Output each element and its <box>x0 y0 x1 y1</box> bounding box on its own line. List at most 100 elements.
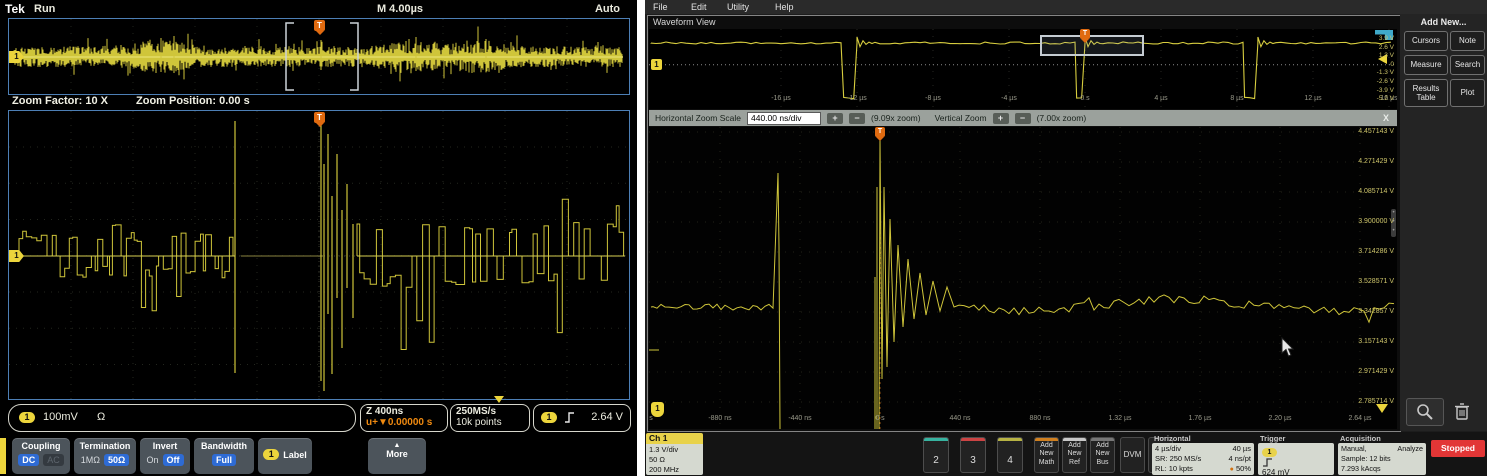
menu-termination[interactable]: Termination 1MΩ 50Ω <box>74 438 136 474</box>
termination-1m-option[interactable]: 1MΩ <box>81 454 100 466</box>
trigger-position-marker[interactable]: T <box>314 20 325 31</box>
zoom-readout-bar: Zoom Factor: 10 X Zoom Position: 0.00 s <box>8 95 630 109</box>
channel-2-color-stripe <box>924 438 948 441</box>
channel-4-button[interactable]: 4 <box>997 437 1023 473</box>
horizontal-scale: 4 µs/div <box>1155 444 1181 453</box>
menu-edit[interactable]: Edit <box>691 2 707 12</box>
coupling-ac-option[interactable]: AC <box>43 454 64 466</box>
channel-4-label: 4 <box>998 455 1022 466</box>
trigger-source-badge: 1 <box>1262 448 1277 457</box>
cursors-button[interactable]: Cursors <box>1404 31 1448 51</box>
impedance-readout: Ω <box>97 411 105 423</box>
channel-1-offscreen-marker[interactable]: 1 <box>651 402 664 417</box>
channel-2-button[interactable]: 2 <box>923 437 949 473</box>
menu-bandwidth-title: Bandwidth <box>194 438 254 451</box>
menu-file[interactable]: File <box>653 2 668 12</box>
waveform-view-panel: Waveform View T 1 -16 µs-12 µs-8 µs-4 µs… <box>647 15 1401 432</box>
zoom-selection-box[interactable] <box>1040 35 1144 56</box>
coupling-dc-option[interactable]: DC <box>18 454 39 466</box>
channel-1-badge-panel[interactable]: Ch 1 1.3 V/div 50 Ω 200 MHz <box>646 433 703 475</box>
horizontal-zoom-factor: (9.09x zoom) <box>871 113 921 123</box>
invert-off-option[interactable]: Off <box>163 454 184 466</box>
channel-1-termination: 50 Ω <box>649 455 703 465</box>
trigger-badge-title: Trigger <box>1260 434 1285 443</box>
zoom-waveform-area[interactable]: T 1 ••• 4.457143 V4.271429 V4.085714 V3.… <box>649 127 1397 429</box>
horizontal-zoom-scale-input[interactable]: 440.00 ns/div <box>747 112 821 125</box>
trigger-position-marker[interactable]: T <box>314 112 325 123</box>
rising-edge-icon <box>564 411 576 424</box>
trigger-position-marker[interactable]: T <box>1080 29 1090 39</box>
channel-4-color-stripe <box>998 438 1022 441</box>
channel-3-button[interactable]: 3 <box>960 437 986 473</box>
add-new-math-button[interactable]: Add New Math <box>1034 437 1059 473</box>
measure-button[interactable]: Measure <box>1404 55 1448 75</box>
zoom-scale-readout-box: Z 400ns u+▼0.00000 s <box>360 404 448 432</box>
horizontal-zoom-plus-button[interactable]: + <box>827 113 843 124</box>
left-zoom-waveform-area[interactable]: T 1 <box>8 110 630 400</box>
menu-termination-title: Termination <box>74 438 136 451</box>
vertical-scale-readout: 100mV <box>43 411 78 423</box>
horizontal-badge[interactable]: 4 µs/div 40 µs SR: 250 MS/s 4 ns/pt RL: … <box>1152 443 1254 475</box>
search-button[interactable]: Search <box>1450 55 1485 75</box>
zoom-close-button[interactable]: X <box>1383 113 1391 123</box>
horizontal-sample-rate: SR: 250 MS/s <box>1155 454 1201 463</box>
horizontal-window: 40 µs <box>1233 444 1252 454</box>
add-new-bus-button[interactable]: Add New Bus <box>1090 437 1115 473</box>
menu-more[interactable]: ▲ More <box>368 438 426 474</box>
tek-logo: Tek <box>5 2 25 16</box>
timebase-readout: M 4.00µs <box>350 3 450 15</box>
overview-waveform-area[interactable]: T 1 -16 µs-12 µs-8 µs-4 µs0 s4 µs8 µs12 … <box>649 29 1397 109</box>
run-stop-status-button[interactable]: Stopped <box>1431 440 1485 457</box>
channel-2-label: 2 <box>924 455 948 466</box>
delete-button[interactable] <box>1448 398 1475 424</box>
record-length-readout: 10k points <box>451 417 529 428</box>
left-status-bar: Tek Run M 4.00µs Auto <box>0 0 637 17</box>
right-oscilloscope-screen: File Edit Utility Help Waveform View T 1… <box>645 0 1487 476</box>
termination-50-option[interactable]: 50Ω <box>104 454 129 466</box>
results-table-button[interactable]: Results Table <box>1404 79 1448 107</box>
results-sidebar: Add New... Cursors Note Measure Search R… <box>1400 14 1487 431</box>
vertical-zoom-label: Vertical Zoom <box>935 113 987 123</box>
bandwidth-full-option[interactable]: Full <box>212 454 236 466</box>
trigger-mode-readout: Auto <box>560 3 620 15</box>
menu-coupling[interactable]: Coupling DC AC <box>12 438 70 474</box>
acquisition-sample-bits: Sample: 12 bits <box>1341 454 1423 464</box>
zoom-mode-button[interactable] <box>1406 398 1444 426</box>
trigger-badge[interactable]: 1 624 mV <box>1258 443 1334 475</box>
invert-on-option[interactable]: On <box>146 454 158 466</box>
horizontal-position-icon: ● <box>1230 466 1234 473</box>
left-overview-waveform-area[interactable]: T 1 <box>8 18 630 95</box>
menu-bandwidth[interactable]: Bandwidth Full <box>194 438 254 474</box>
trigger-level-edge-marker <box>494 396 504 403</box>
ref-color-stripe <box>1063 438 1086 441</box>
menu-invert[interactable]: Invert On Off <box>140 438 190 474</box>
channel-1-scale: 1.3 V/div <box>649 445 703 455</box>
label-channel-badge: 1 <box>263 449 279 460</box>
trigger-level-arrow[interactable] <box>1378 54 1387 64</box>
panel-scroll-handle[interactable]: ••• <box>1391 209 1396 237</box>
dvm-button[interactable]: DVM <box>1120 437 1145 473</box>
menu-label[interactable]: 1 Label <box>258 438 312 474</box>
plot-button[interactable]: Plot <box>1450 79 1485 107</box>
add-new-ref-button[interactable]: Add New Ref <box>1062 437 1087 473</box>
acquisition-state: Run <box>34 3 55 15</box>
vertical-zoom-plus-button[interactable]: + <box>993 113 1009 124</box>
add-new-math-label: Add New Math <box>1035 442 1058 467</box>
sample-rate-readout-box: 250MS/s 10k points <box>450 404 530 432</box>
trigger-position-marker[interactable]: T <box>875 127 885 137</box>
menu-help[interactable]: Help <box>775 2 794 12</box>
menu-invert-title: Invert <box>140 438 190 451</box>
channel-1-badge[interactable]: 1 <box>651 59 662 70</box>
acquisition-mode: Manual, <box>1341 444 1367 453</box>
vertical-zoom-minus-button[interactable]: − <box>1015 113 1031 124</box>
rising-edge-icon <box>1262 457 1273 468</box>
channel-1-name: Ch 1 <box>646 433 703 444</box>
horizontal-zoom-minus-button[interactable]: − <box>849 113 865 124</box>
note-button[interactable]: Note <box>1450 31 1485 51</box>
acquisition-badge[interactable]: Manual, Analyze Sample: 12 bits 7.293 kA… <box>1338 443 1426 475</box>
menu-coupling-title: Coupling <box>12 438 70 451</box>
acquisition-analyze: Analyze <box>1397 444 1423 454</box>
menu-utility[interactable]: Utility <box>727 2 749 12</box>
horizontal-position: 50% <box>1236 464 1251 473</box>
menu-more-title: More <box>368 449 426 459</box>
